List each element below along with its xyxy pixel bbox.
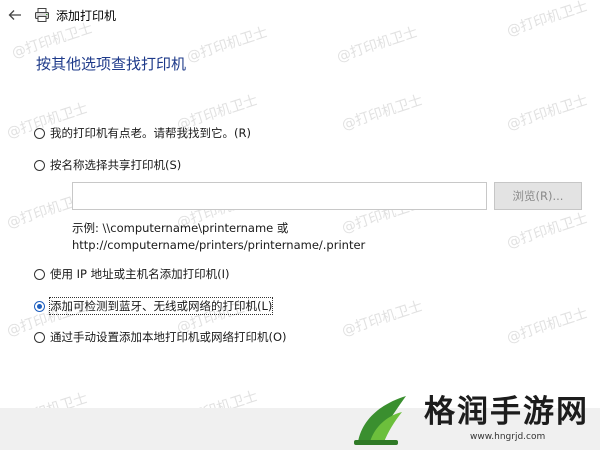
- option-manual-setup[interactable]: 通过手动设置添加本地打印机或网络打印机(O): [34, 328, 287, 346]
- option-label: 按名称选择共享打印机(S): [50, 158, 182, 172]
- option-old-printer[interactable]: 我的打印机有点老。请帮我找到它。(R): [34, 124, 251, 142]
- radio-button[interactable]: [34, 159, 45, 171]
- radio-button[interactable]: [34, 127, 45, 139]
- radio-button[interactable]: [34, 331, 45, 343]
- watermark: @打印机卫士: [504, 92, 590, 134]
- example-line-2: http://computername/printers/printername…: [72, 238, 366, 252]
- option-bluetooth-wireless-network[interactable]: 添加可检测到蓝牙、无线或网络的打印机(L): [34, 297, 274, 315]
- brand-url: www.hngrjd.com: [470, 432, 546, 442]
- window-title: 添加打印机: [56, 9, 117, 23]
- brand-name: 格润手游网: [424, 394, 589, 430]
- watermark: @打印机卫士: [339, 298, 425, 340]
- brand-logo: 格润手游网 www.hngrjd.com: [352, 390, 600, 450]
- watermark: @打印机卫士: [504, 210, 590, 252]
- option-label: 我的打印机有点老。请帮我找到它。(R): [50, 126, 251, 140]
- watermark: @打印机卫士: [339, 92, 425, 134]
- example-text: 示例: \\computername\printername 或 http://…: [72, 220, 365, 254]
- back-arrow-icon[interactable]: [6, 6, 24, 24]
- shared-printer-name-input[interactable]: [72, 182, 487, 210]
- option-ip-address[interactable]: 使用 IP 地址或主机名添加打印机(I): [34, 265, 230, 283]
- title-bar: 添加打印机: [0, 0, 600, 32]
- option-label: 添加可检测到蓝牙、无线或网络的打印机(L): [48, 297, 274, 315]
- printer-icon: [34, 7, 50, 23]
- option-label: 使用 IP 地址或主机名添加打印机(I): [50, 267, 230, 281]
- browse-button[interactable]: 浏览(R)...: [494, 182, 582, 210]
- example-line-1: 示例: \\computername\printername 或: [72, 221, 289, 235]
- watermark: @打印机卫士: [504, 305, 590, 347]
- option-shared-printer-by-name[interactable]: 按名称选择共享打印机(S): [34, 156, 181, 174]
- option-label: 通过手动设置添加本地打印机或网络打印机(O): [50, 330, 287, 344]
- grass-sprout-logo-icon: [352, 390, 416, 448]
- radio-button-checked[interactable]: [34, 300, 45, 312]
- radio-button[interactable]: [34, 268, 45, 280]
- page-heading: 按其他选项查找打印机: [36, 55, 187, 73]
